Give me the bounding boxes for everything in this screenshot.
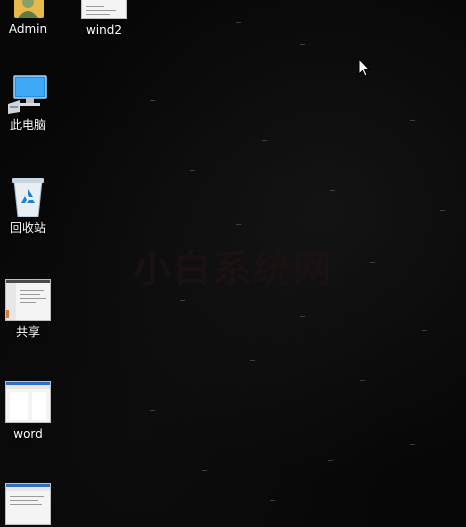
desktop-icon-admin[interactable]: Admin xyxy=(0,0,65,36)
background-streak xyxy=(270,500,275,501)
desktop-icon-recycle-bin[interactable]: 回收站 xyxy=(0,175,65,235)
background-streak xyxy=(236,22,241,23)
background-streak xyxy=(180,300,185,301)
desktop-icon-label: Admin xyxy=(8,22,48,36)
document-thumbnail-icon xyxy=(5,381,51,423)
mouse-pointer-icon xyxy=(358,57,371,81)
desktop-icon-this-pc[interactable]: 此电脑 xyxy=(0,74,65,132)
background-streak xyxy=(410,120,415,121)
background-streak xyxy=(250,360,255,361)
document-thumbnail-icon xyxy=(81,0,127,19)
recycle-bin-icon xyxy=(8,175,48,218)
folder-thumbnail-icon xyxy=(5,279,51,321)
background-streak xyxy=(410,444,415,445)
desktop-icon-label: word xyxy=(13,427,43,441)
background-streak xyxy=(190,170,195,171)
background-streak xyxy=(330,190,335,191)
desktop-icon-document[interactable] xyxy=(0,483,65,527)
background-streak xyxy=(300,316,305,317)
background-streak xyxy=(150,410,155,411)
desktop-icon-label: 共享 xyxy=(15,325,40,339)
background-streak xyxy=(328,460,333,461)
desktop-icon-share[interactable]: 共享 xyxy=(0,279,65,339)
desktop-icon-word[interactable]: word xyxy=(0,381,65,441)
computer-icon xyxy=(6,74,50,114)
desktop-icon-wind2[interactable]: wind2 xyxy=(67,0,141,37)
background-streak xyxy=(440,210,445,211)
watermark-text: 小白系统网 xyxy=(133,247,334,291)
background-streak xyxy=(300,44,305,45)
background-streak xyxy=(262,140,267,141)
background-streak xyxy=(422,330,427,331)
user-folder-icon xyxy=(8,0,48,18)
background-streak xyxy=(150,100,155,101)
desktop-icon-label: 此电脑 xyxy=(9,118,46,132)
background-streak xyxy=(360,380,365,381)
background-streak xyxy=(202,470,207,471)
document-thumbnail-icon xyxy=(5,483,51,525)
background-streak xyxy=(370,262,375,263)
desktop-background[interactable]: 小白系统网 Admin wind2 此电脑 回收站 共享 word xyxy=(0,0,466,527)
desktop-icon-label: wind2 xyxy=(85,23,122,37)
desktop-icon-label: 回收站 xyxy=(9,221,46,235)
background-streak xyxy=(236,224,241,225)
